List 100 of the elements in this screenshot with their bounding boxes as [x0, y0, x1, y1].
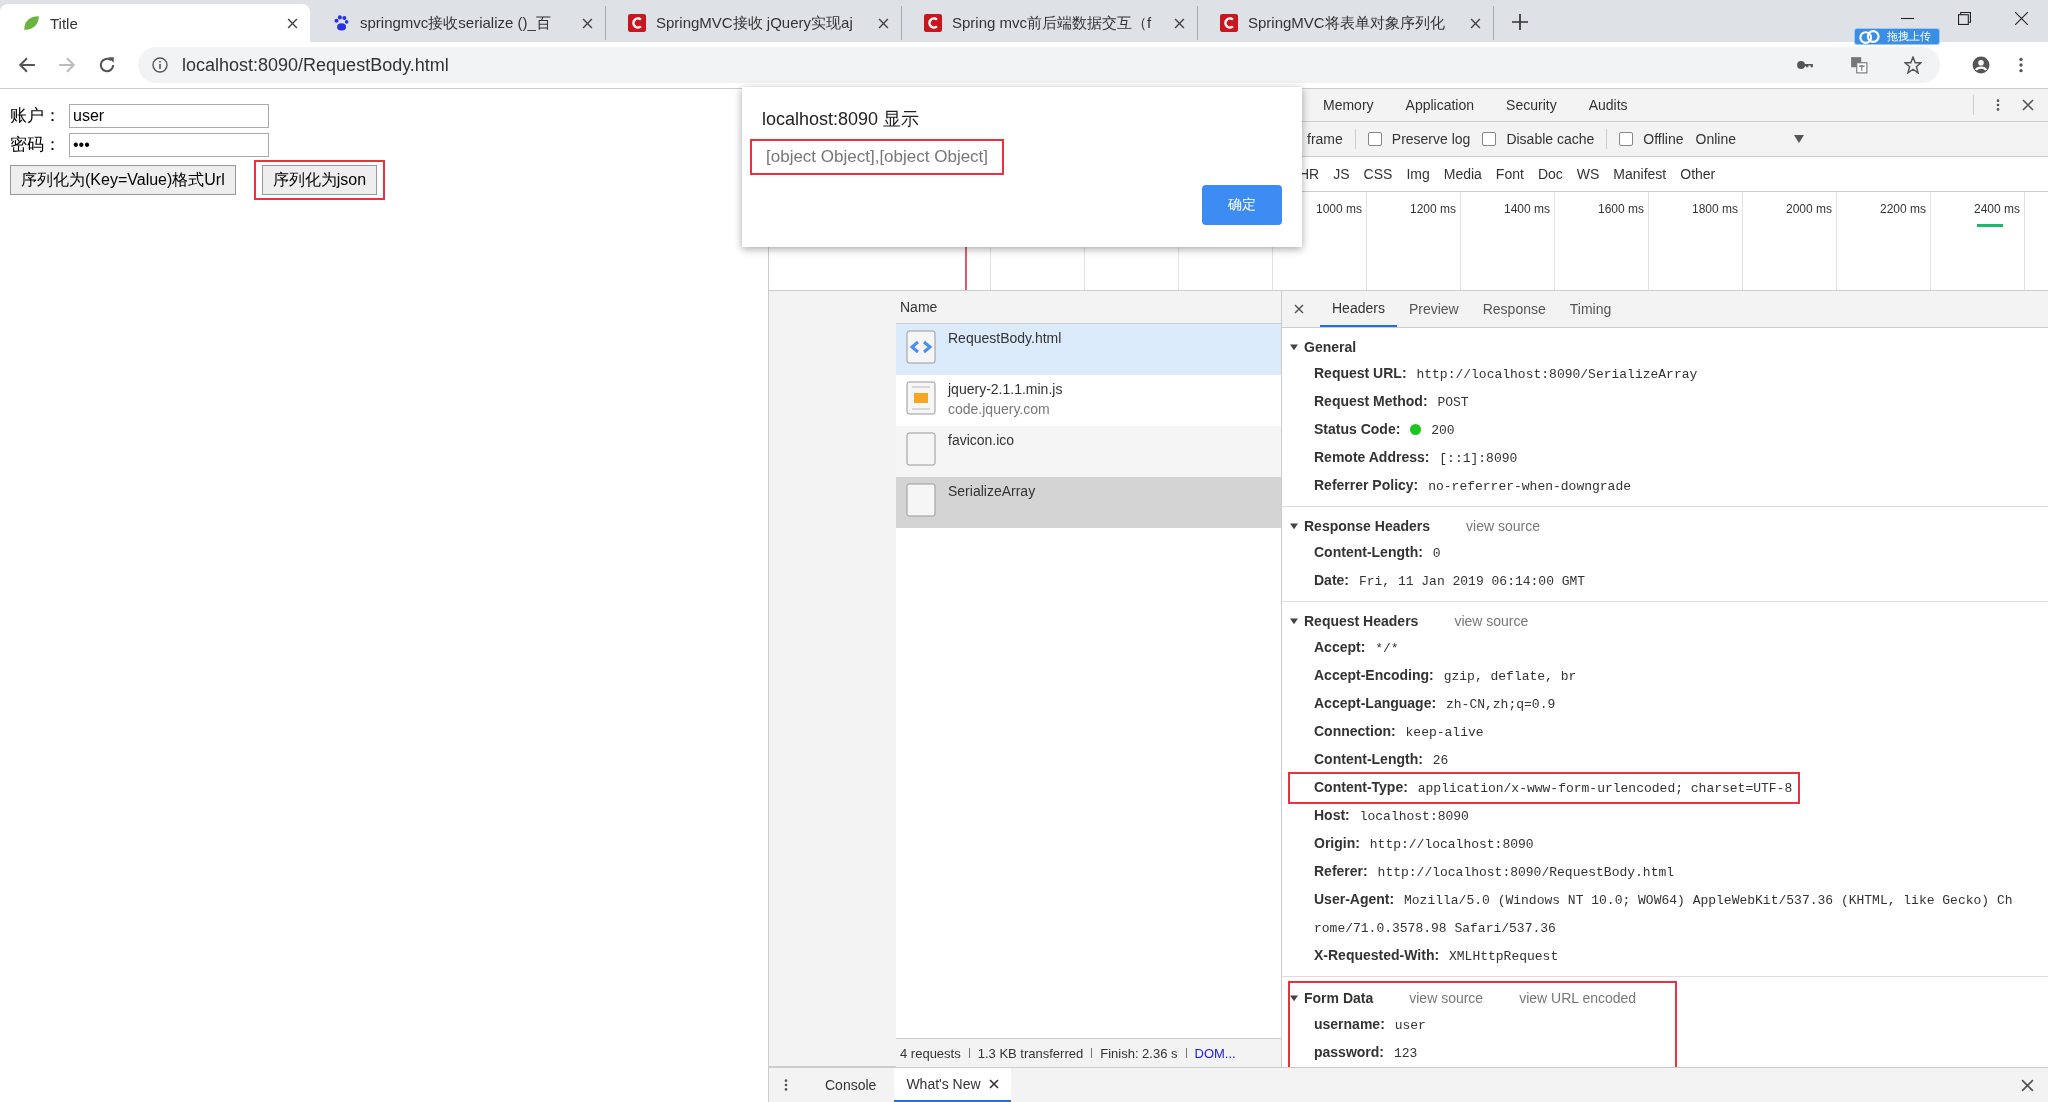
browser-tab[interactable]: SpringMVC接收 jQuery实现aj: [606, 6, 902, 40]
header-row-text: Content-Length: 0: [1313, 543, 1442, 563]
expand-triangle-icon[interactable]: [1290, 994, 1298, 1002]
new-tab-icon[interactable]: [1512, 14, 1528, 30]
star-icon[interactable]: [1904, 56, 1922, 74]
throttle-select[interactable]: Online: [1695, 131, 1804, 147]
c-logo-icon: [1220, 14, 1238, 32]
summary-link[interactable]: DOM...: [1194, 1045, 1236, 1061]
expand-triangle-icon[interactable]: [1290, 522, 1298, 530]
tab-title: SpringMVC接收 jQuery实现aj: [656, 13, 854, 33]
header-row-text: username: user: [1313, 1015, 1427, 1035]
section-title[interactable]: Form Data: [1304, 990, 1374, 1006]
request-name: SerializeArray: [948, 483, 1036, 499]
type-filter[interactable]: Other: [1680, 166, 1716, 182]
header-row-text: Accept: */*: [1313, 638, 1400, 658]
drawer-tab[interactable]: What's New: [894, 1068, 1011, 1102]
header-row-text: Date: Fri, 11 Jan 2019 06:14:00 GMT: [1313, 571, 1587, 591]
request-row[interactable]: favicon.ico: [896, 426, 1281, 477]
close-icon[interactable]: [1294, 304, 1304, 314]
close-icon[interactable]: [582, 17, 593, 29]
dialog-message: [object Object],[object Object]: [752, 141, 1003, 173]
time-label: 2200 ms: [1878, 202, 1926, 216]
checkbox[interactable]: Offline: [1619, 131, 1684, 147]
form-button[interactable]: 序列化为json: [261, 165, 378, 195]
type-filter[interactable]: Doc: [1537, 166, 1563, 182]
more-icon[interactable]: [783, 1078, 789, 1092]
view-source-link[interactable]: view source: [1454, 613, 1529, 629]
request-name: jquery-2.1.1.min.js: [948, 381, 1063, 397]
close-icon[interactable]: [1174, 17, 1185, 29]
request-name: favicon.ico: [948, 432, 1015, 448]
section-title[interactable]: General: [1304, 339, 1357, 355]
info-icon[interactable]: [152, 57, 168, 73]
field-label: 账户：: [10, 105, 62, 127]
time-label: 1800 ms: [1690, 202, 1738, 216]
checkbox[interactable]: Disable cache: [1482, 131, 1595, 147]
summary-text: Finish: 2.36 s: [1100, 1045, 1178, 1061]
type-filter[interactable]: CSS: [1363, 166, 1393, 182]
devtools-tab[interactable]: Audits: [1588, 97, 1628, 113]
input-field[interactable]: •••: [69, 132, 269, 157]
header-row-text: Request Method: POST: [1313, 392, 1470, 412]
back-icon[interactable]: [18, 56, 36, 74]
close-icon[interactable]: [878, 17, 889, 29]
type-filter[interactable]: Manifest: [1613, 166, 1667, 182]
browser-tab[interactable]: Title: [0, 4, 310, 42]
devtools-tab[interactable]: Memory: [1323, 97, 1374, 113]
browser-tab[interactable]: SpringMVC将表单对象序列化: [1198, 6, 1494, 40]
summary-text: 4 requests: [900, 1045, 961, 1061]
detail-tab[interactable]: Timing: [1557, 291, 1624, 327]
input-field[interactable]: user: [69, 103, 269, 128]
type-filter[interactable]: Img: [1406, 166, 1430, 182]
account-icon[interactable]: [1972, 56, 1990, 74]
tab-title: Title: [50, 14, 79, 32]
type-filter[interactable]: Font: [1495, 166, 1524, 182]
view-source-link[interactable]: view source: [1466, 518, 1540, 534]
browser-tab[interactable]: springmvc接收serialize ()_百: [310, 6, 606, 40]
checkbox[interactable]: Preserve log: [1367, 131, 1471, 147]
leaf-icon: [22, 14, 40, 32]
close-icon[interactable]: [287, 17, 298, 29]
close-icon[interactable]: [2015, 12, 2028, 25]
extension-label: 拖拽上传: [1887, 29, 1931, 44]
type-filter[interactable]: WS: [1576, 166, 1600, 182]
type-filter[interactable]: JS: [1333, 166, 1350, 182]
close-icon[interactable]: [1470, 17, 1481, 29]
column-header[interactable]: Name: [900, 299, 938, 315]
browser-tab[interactable]: Spring mvc前后端数据交互（f: [902, 6, 1198, 40]
blank-file-icon: [906, 483, 936, 517]
tab-title: SpringMVC将表单对象序列化: [1248, 13, 1446, 33]
request-row[interactable]: SerializeArray: [896, 477, 1281, 528]
filter-label: frame: [1307, 131, 1343, 147]
close-icon[interactable]: [2021, 1078, 2034, 1092]
header-row-text: Remote Address: [::1]:8090: [1313, 448, 1519, 468]
devtools-tab[interactable]: Security: [1506, 97, 1557, 113]
detail-tab[interactable]: Preview: [1396, 291, 1471, 327]
restore-icon[interactable]: [1958, 12, 1971, 25]
expand-triangle-icon[interactable]: [1290, 343, 1298, 351]
reload-icon[interactable]: [98, 56, 116, 74]
drawer-tab[interactable]: Console: [813, 1068, 889, 1102]
translate-icon[interactable]: [1850, 56, 1868, 74]
expand-triangle-icon[interactable]: [1290, 617, 1298, 625]
time-label: 1000 ms: [1314, 202, 1362, 216]
form-button[interactable]: 序列化为(Key=Value)格式Url: [10, 165, 236, 195]
view-source-link[interactable]: view URL encoded: [1519, 990, 1637, 1006]
request-row[interactable]: RequestBody.html: [896, 324, 1281, 375]
address-bar[interactable]: localhost:8090/RequestBody.html: [138, 47, 1940, 83]
view-source-link[interactable]: view source: [1409, 990, 1484, 1006]
request-row[interactable]: jquery-2.1.1.min.js code.jquery.com: [896, 375, 1281, 426]
header-row-text: Content-Length: 26: [1313, 750, 1450, 770]
detail-tab[interactable]: Headers: [1320, 291, 1397, 327]
section-title[interactable]: Response Headers: [1304, 518, 1431, 534]
paw-icon: [332, 14, 350, 32]
close-icon[interactable]: [988, 1079, 999, 1089]
dialog-title: localhost:8090 显示: [762, 108, 921, 131]
devtools-tab[interactable]: Application: [1405, 97, 1475, 113]
html-file-icon: [906, 330, 936, 364]
detail-tab[interactable]: Response: [1470, 291, 1558, 327]
header-row-text: Referrer Policy: no-referrer-when-downgrade: [1313, 476, 1632, 496]
caret-icon: [1794, 135, 1804, 143]
type-filter[interactable]: Media: [1443, 166, 1482, 182]
close-icon[interactable]: [2022, 98, 2034, 112]
section-title[interactable]: Request Headers: [1304, 613, 1419, 629]
